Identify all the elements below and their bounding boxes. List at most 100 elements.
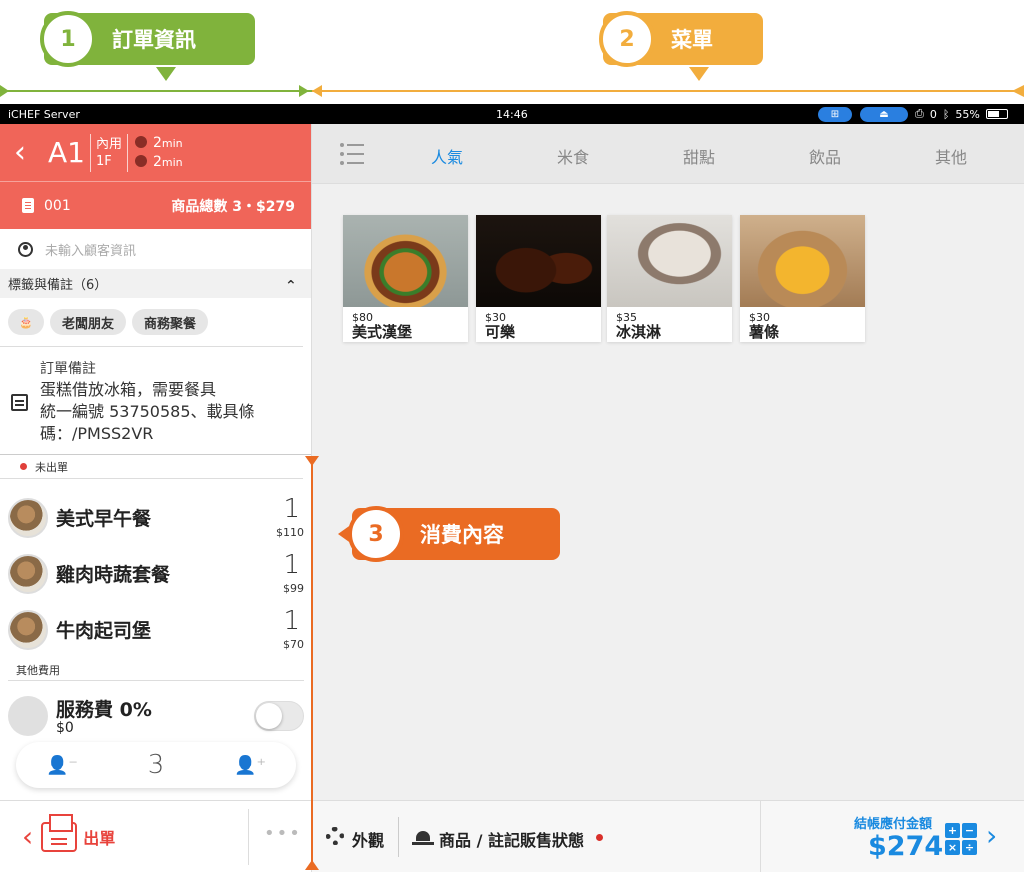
table-number[interactable]: A1 [48,136,85,169]
unsent-dot-icon [20,463,27,470]
timer-dot-icon [134,135,147,148]
item-thumbnail [8,498,48,538]
bracket-arrow-mid-left [299,85,309,97]
back-chevron-icon[interactable]: ‹ [14,135,40,170]
product-image [343,215,468,307]
order-item[interactable]: 美式早午餐 1 $110 [0,490,312,542]
service-fee-toggle[interactable] [254,701,304,731]
order-item[interactable]: 雞肉時蔬套餐 1 $99 [0,546,312,598]
table-status-pill[interactable]: ⊞ [818,107,852,122]
order-note[interactable]: 訂單備註 蛋糕借放冰箱，需要餐具 統一編號 53750585、載具條 碼：/PM… [0,347,311,455]
service-fee-avatar [8,696,48,736]
bracket-menu [312,90,1024,92]
divider [8,680,304,681]
product-card[interactable]: $35 冰淇淋 [607,215,732,342]
clock: 14:46 [496,107,528,121]
tags-header-label: 標籤與備註（6） [8,278,108,293]
callout-number: 3 [348,506,404,562]
guest-count: 3 [147,750,165,780]
callout-number: 2 [599,11,655,67]
item-price: $70 [283,638,304,651]
divider [89,133,91,172]
tab-other[interactable]: 其他 [935,144,967,168]
amount-due[interactable]: $274 [868,831,943,862]
tags-header[interactable]: 標籤與備註（6） ⌄ [0,269,311,298]
tag-chip[interactable]: 老闆朋友 [50,309,127,335]
battery-level: 55% [955,107,980,121]
send-order-button[interactable]: 出單 [83,825,115,849]
menu-panel: 人氣 米食 甜點 飲品 其他 $80 美式漢堡 $30 可樂 $35 冰淇淋 $… [312,124,1024,872]
product-card[interactable]: $30 薯條 [740,215,865,342]
chevron-right-icon[interactable]: › [986,819,997,852]
item-name: 雞肉時蔬套餐 [56,564,171,586]
timer-value: 2 [152,134,162,151]
user-circle-icon [18,241,33,257]
note-line: 統一編號 53750585、載具條 [40,402,255,421]
callout-label: 訂單資訊 [112,28,196,52]
timer-unit: min [161,155,183,169]
goods-status-button[interactable]: 商品 / 註記販售狀態 [439,827,584,851]
product-name: 薯條 [749,323,780,341]
bracket-arrow-top [305,456,319,466]
eject-pill[interactable]: ⏏ [860,107,908,122]
gear-icon[interactable] [326,827,344,845]
notification-dot [596,834,603,841]
unsent-header: 未出單 [0,455,303,479]
amount-due-label: 結帳應付金額 [854,817,933,832]
product-image [607,215,732,307]
cloche-icon[interactable] [412,827,434,845]
product-image [740,215,865,307]
cake-tag-icon[interactable]: 🎂 [8,309,44,335]
product-name: 可樂 [485,323,516,341]
order-summary-bar[interactable]: 001 商品總數 3・$279 [0,181,311,229]
timer-dot-icon [134,154,147,167]
tab-popular[interactable]: 人氣 [431,144,463,168]
callout-menu: 2 菜單 [599,11,763,81]
chevron-up-icon[interactable]: ⌄ [285,276,297,292]
item-name: 美式早午餐 [56,508,152,530]
item-qty: 1 [283,550,300,580]
floor: 1F [95,153,112,169]
note-line: 碼：/PMSS2VR [40,424,154,443]
other-fees-header: 其他費用 [16,664,60,677]
bracket-arrow-mid-right [312,85,322,97]
bluetooth-icon: ᛒ [942,107,950,121]
add-guest-icon[interactable]: 👤⁺ [234,755,266,776]
item-thumbnail [8,554,48,594]
item-qty: 1 [283,606,300,636]
status-right: ⎙ 0 ᛒ 55% [915,107,1008,121]
item-qty: 1 [283,494,300,524]
service-fee-amount: $0 [56,720,74,736]
customer-info-row[interactable]: 未輸入顧客資訊 [0,229,311,269]
product-name: 美式漢堡 [352,323,413,341]
chevron-left-icon[interactable]: ‹ [22,820,33,853]
note-icon [11,394,28,411]
tag-chip[interactable]: 商務聚餐 [132,309,209,335]
list-menu-icon[interactable] [340,143,364,165]
product-card[interactable]: $80 美式漢堡 [343,215,468,342]
dine-info[interactable]: 內用 1F [96,136,122,170]
service-fee-name: 服務費 0% [56,699,152,721]
remove-guest-icon[interactable]: 👤⁻ [46,755,78,776]
customer-placeholder: 未輸入顧客資訊 [45,243,137,259]
calculator-icon[interactable]: + − × ÷ [945,823,977,855]
product-name: 冰淇淋 [616,323,662,341]
printer-icon: ⎙ [915,107,924,120]
order-header: ‹ A1 內用 1F 2min 2min [0,124,311,181]
appearance-button[interactable]: 外觀 [352,827,384,851]
divider [126,133,128,172]
order-item[interactable]: 牛肉起司堡 1 $70 [0,602,312,654]
callout-label: 消費內容 [420,523,504,547]
product-card[interactable]: $30 可樂 [476,215,601,342]
receipt-icon [22,198,34,213]
tab-rice[interactable]: 米食 [557,144,589,168]
printer-icon[interactable] [41,813,78,852]
battery-icon [985,109,1008,119]
carrier-label: iCHEF Server [8,107,80,121]
more-options-icon[interactable]: ••• [264,823,302,844]
tab-drinks[interactable]: 飲品 [809,144,841,168]
tag-list: 🎂 老闆朋友 商務聚餐 [0,298,303,347]
bracket-order-info [0,90,312,92]
divider [248,809,249,865]
tab-dessert[interactable]: 甜點 [683,144,715,168]
